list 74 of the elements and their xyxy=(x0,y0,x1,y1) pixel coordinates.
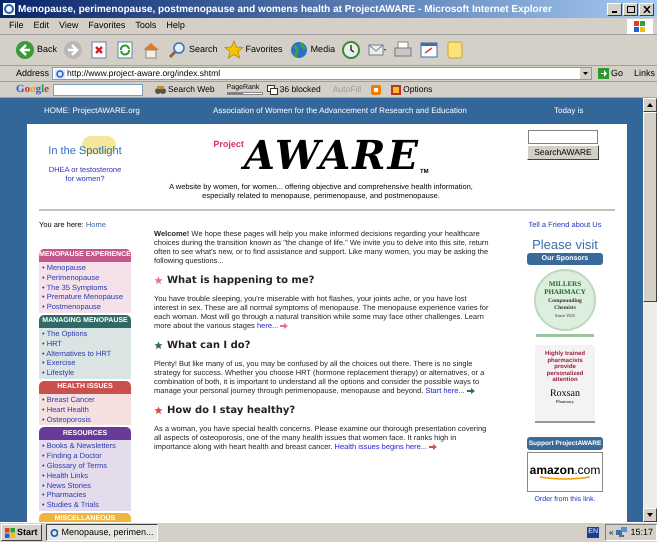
maximize-button[interactable] xyxy=(623,2,638,16)
close-icon xyxy=(642,6,650,12)
arrow-icon xyxy=(598,68,610,79)
scroll-up-button[interactable] xyxy=(643,98,657,112)
edit-button[interactable] xyxy=(418,40,440,60)
home-icon xyxy=(141,40,162,60)
amazon-logo: amazon.com xyxy=(530,464,600,476)
start-button[interactable]: Start xyxy=(1,524,42,541)
scroll-thumb[interactable] xyxy=(643,112,657,302)
roxsan-brand: Roxsan xyxy=(550,388,580,399)
search-field[interactable] xyxy=(528,130,598,144)
arrow-icon xyxy=(280,323,288,330)
windows-logo-icon xyxy=(627,18,653,34)
menu-item[interactable]: Tools xyxy=(130,19,162,33)
globe-icon xyxy=(288,40,309,60)
spotlight-title[interactable]: In the Spotlight xyxy=(48,145,122,157)
minimize-button[interactable] xyxy=(607,2,622,16)
arrow-icon xyxy=(429,444,438,450)
search-button[interactable]: Search xyxy=(166,40,219,60)
menu-item[interactable]: Edit xyxy=(28,19,54,33)
windows-logo-icon xyxy=(5,528,15,538)
refresh-icon xyxy=(115,40,136,60)
down-arrow-icon xyxy=(647,513,653,517)
address-label: Address xyxy=(16,66,50,80)
search-icon xyxy=(167,40,188,60)
clock-icon xyxy=(341,40,362,60)
stop-icon xyxy=(89,40,110,60)
close-button[interactable] xyxy=(639,2,654,16)
question-heading: What can I do? xyxy=(167,341,250,350)
menu-item[interactable]: File xyxy=(4,19,29,33)
favorites-button[interactable]: Favorites xyxy=(222,40,284,60)
menu-item[interactable]: Favorites xyxy=(83,19,130,33)
network-icon xyxy=(616,527,628,538)
association-name: Association of Women for the Advancement of Research and Education xyxy=(213,105,468,117)
note-icon xyxy=(445,40,466,60)
date-label: Today is xyxy=(554,105,584,117)
google-search-field[interactable] xyxy=(53,84,144,96)
question-heading: What is happening to me? xyxy=(167,276,314,285)
window-icon xyxy=(419,40,440,60)
home-link[interactable]: HOME: ProjectAWARE.org xyxy=(44,105,213,117)
scroll-down-button[interactable] xyxy=(643,508,657,522)
scrollbar[interactable] xyxy=(643,98,657,522)
popup-blocker-button[interactable]: 36 blocked xyxy=(266,83,321,96)
links-button[interactable]: Links xyxy=(634,66,656,80)
question-heading: How do I stay healthy? xyxy=(167,406,296,415)
page-icon xyxy=(55,68,66,78)
menu-item[interactable]: Help xyxy=(161,19,190,33)
options-button[interactable]: Options xyxy=(391,83,432,96)
please-visit-heading: Please visit xyxy=(532,238,598,252)
media-button[interactable]: Media xyxy=(288,40,336,60)
history-button[interactable] xyxy=(340,40,362,60)
browser-icon xyxy=(50,528,58,538)
back-button[interactable]: Back xyxy=(14,40,58,60)
menu-item[interactable]: View xyxy=(54,19,84,33)
binoculars-icon xyxy=(155,84,166,94)
show-hidden-icons-button[interactable]: « xyxy=(609,526,614,538)
search-aware-button[interactable]: SearchAWARE xyxy=(527,145,599,160)
go-button[interactable]: Go xyxy=(598,66,624,80)
arrow-icon xyxy=(466,388,475,394)
up-arrow-icon xyxy=(647,103,653,107)
browser-icon xyxy=(3,3,15,15)
window-title: Menopause, perimenopause, postmenopause and womens health at ProjectAWARE - Microsoft Internet Explorer xyxy=(18,2,552,16)
search-web-button[interactable]: Search Web xyxy=(155,83,215,96)
maximize-icon xyxy=(626,6,634,12)
taskbar-window-button[interactable]: Menopause, perimen... xyxy=(46,524,158,541)
sponsor-divider-bar xyxy=(536,334,594,338)
options-icon xyxy=(391,84,402,94)
amazon-ad[interactable]: amazon.com xyxy=(527,452,603,492)
clock: 15:17 xyxy=(630,526,653,539)
windows-icon xyxy=(266,84,278,94)
star-icon xyxy=(224,40,244,60)
address-field[interactable]: http://www.project-aware.org/index.shtml xyxy=(52,67,592,80)
google-logo[interactable]: Google xyxy=(16,81,50,98)
swoosh-icon xyxy=(539,476,591,480)
